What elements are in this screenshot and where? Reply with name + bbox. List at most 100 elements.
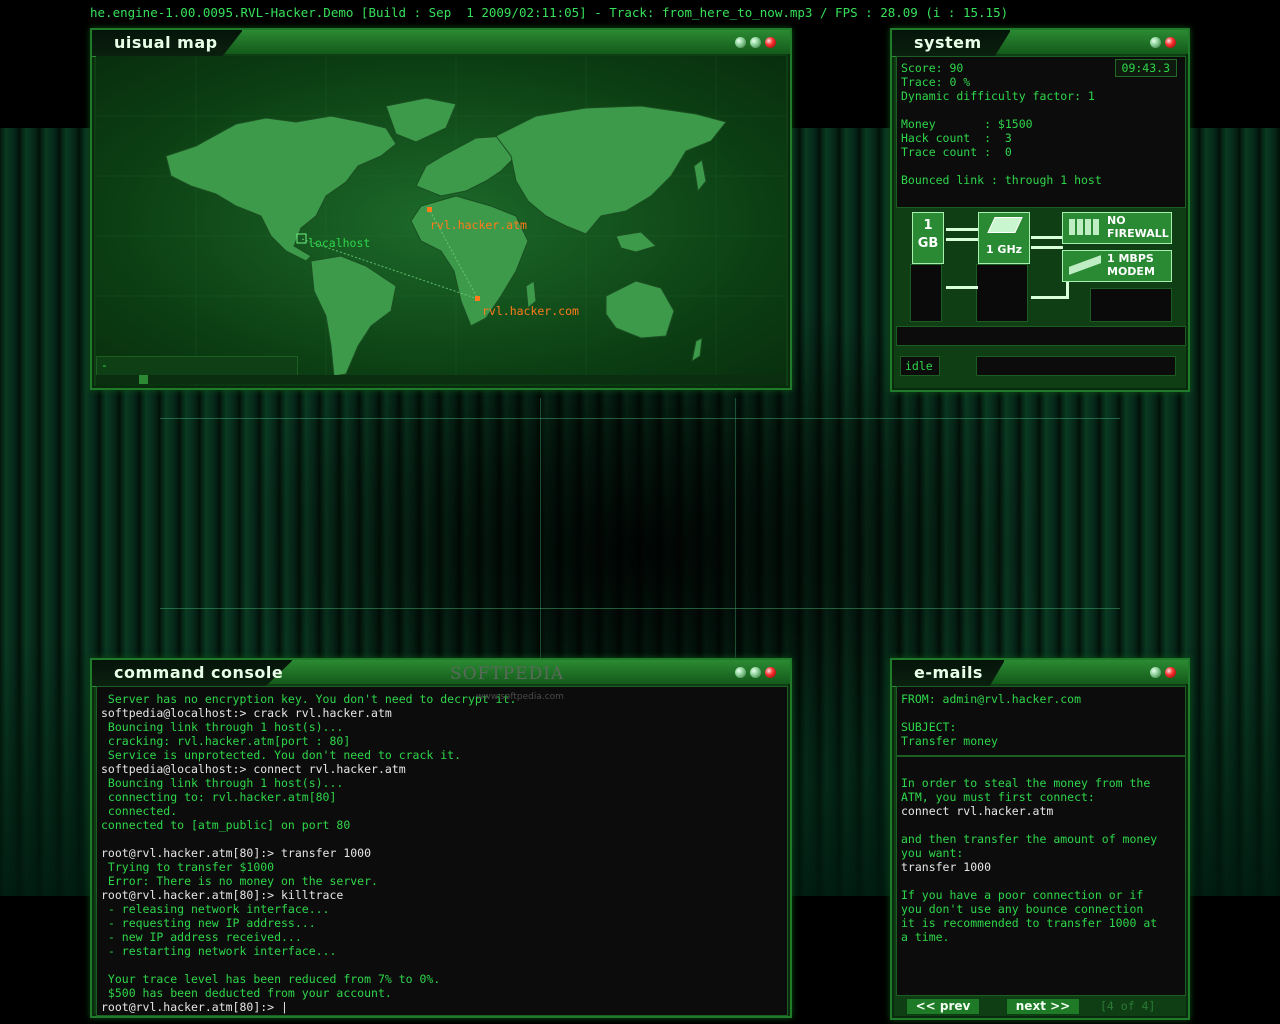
console-line: Bouncing link through 1 host(s)... <box>101 720 344 734</box>
email-subject-label: SUBJECT: <box>901 720 957 734</box>
system-stat-line <box>901 103 1102 117</box>
window-controls <box>1150 667 1176 678</box>
window-controls <box>735 37 776 48</box>
system-stat-line: Hack count : 3 <box>901 131 1012 145</box>
minimize-button[interactable] <box>1150 667 1161 678</box>
console-line: - requesting new IP address... <box>101 916 316 930</box>
email-body-line <box>901 874 1157 888</box>
system-stats: Score: 90 Trace: 0 % Dynamic difficulty fa… <box>896 56 1186 208</box>
system-stat-line: Trace: 0 % <box>901 75 971 89</box>
console-line: connected to [atm_public] on port 80 <box>101 818 351 832</box>
emails-panel: e-mails FROM: admin@rvl.hacker.com SUBJE… <box>890 658 1190 1020</box>
system-stat-line <box>901 159 1102 173</box>
email-body-line: a time. <box>901 930 950 944</box>
system-title: system <box>914 33 982 52</box>
system-panel: system Score: 90 Trace: 0 % Dynamic diffic… <box>890 28 1190 392</box>
maximize-button[interactable] <box>750 37 761 48</box>
maximize-button[interactable] <box>750 667 761 678</box>
system-stat-line: Money : $1500 <box>901 117 1033 131</box>
command-console-panel: command console Server has no encryption… <box>90 658 792 1018</box>
world-map[interactable]: localhost rvl.hacker.atm rvl.hacker.com <box>96 56 786 386</box>
window-controls <box>1150 37 1176 48</box>
system-stats-lines: Score: 90 Trace: 0 % Dynamic difficulty fa… <box>901 61 1102 187</box>
continent-europe <box>415 135 517 197</box>
cpu-icon <box>987 217 1023 233</box>
console-line: root@rvl.hacker.atm[80]:> transfer 1000 <box>101 846 372 860</box>
system-stat-line: Trace count : 0 <box>901 145 1012 159</box>
email-from: FROM: admin@rvl.hacker.com <box>901 692 1082 706</box>
console-line: Bouncing link through 1 host(s)... <box>101 776 344 790</box>
node-rvl-hacker-atm-label[interactable]: rvl.hacker.atm <box>430 218 527 232</box>
console-line: root@rvl.hacker.atm[80]:> | <box>101 1000 288 1014</box>
console-line: root@rvl.hacker.atm[80]:> killtrace <box>101 888 344 902</box>
close-button[interactable] <box>1165 667 1176 678</box>
email-body-line: transfer 1000 <box>901 860 992 874</box>
ram-chip[interactable]: 1 GB <box>912 212 944 264</box>
cpu-chip[interactable]: 1 GHz <box>978 212 1030 264</box>
continent-greenland <box>385 97 457 143</box>
continent-australia <box>605 280 675 339</box>
console-line: - releasing network interface... <box>101 902 330 916</box>
firewall-slot[interactable]: NO FIREWALL <box>1062 212 1172 244</box>
modem-icon <box>1069 255 1101 275</box>
next-email-button[interactable]: next >> <box>1006 998 1080 1015</box>
status-label-box: idle <box>900 356 940 376</box>
window-title: he.engine-1.00.0095.RVL-Hacker.Demo [Bui… <box>90 5 1009 20</box>
console-line: - restarting network interface... <box>101 944 337 958</box>
watermark: SOFTPEDIA <box>450 664 565 684</box>
close-button[interactable] <box>765 37 776 48</box>
console-lines: Server has no encryption key. You don't … <box>101 692 516 1014</box>
console-line: Server has no encryption key. You don't … <box>101 692 517 706</box>
console-line: Error: There is no money on the server. <box>101 874 378 888</box>
emails-title: e-mails <box>914 663 983 682</box>
console-line: cracking: rvl.hacker.atm[port : 80] <box>101 734 351 748</box>
email-body-line: you want: <box>901 846 964 860</box>
email-body-line <box>901 818 1157 832</box>
console-line: Your trace level has been reduced from 7… <box>101 972 441 986</box>
minimize-button[interactable] <box>735 667 746 678</box>
visual-map-panel: uisual map localhost rvl.hacker.atm rvl.… <box>90 28 792 390</box>
hardware-area: 1 GB 1 GHz NO FIREWALL 1 MBPS MODEM <box>896 210 1184 322</box>
status-bar <box>976 356 1176 376</box>
email-body-line: If you have a poor connection or if <box>901 888 1144 902</box>
close-button[interactable] <box>1165 37 1176 48</box>
email-body-line: it is recommended to transfer 1000 at <box>901 916 1158 930</box>
system-stat-line: Score: 90 <box>901 61 964 75</box>
visual-map-title: uisual map <box>114 33 218 52</box>
email-body-line: In order to steal the money from the <box>901 776 1151 790</box>
continent-asia <box>495 105 727 235</box>
console-line: Service is unprotected. You don't need t… <box>101 748 462 762</box>
email-subject: Transfer money <box>901 734 998 748</box>
email-header: FROM: admin@rvl.hacker.com SUBJECT: Tran… <box>896 686 1186 756</box>
modem-slot[interactable]: 1 MBPS MODEM <box>1062 250 1172 282</box>
map-scrollbar-thumb[interactable] <box>139 375 148 384</box>
close-button[interactable] <box>765 667 776 678</box>
console-line: softpedia@localhost:> connect rvl.hacker… <box>101 762 406 776</box>
console-line: - new IP address received... <box>101 930 302 944</box>
system-stat-line: Dynamic difficulty factor: 1 <box>901 89 1095 103</box>
node-rvl-hacker-com-label[interactable]: rvl.hacker.com <box>482 304 579 318</box>
clock: 09:43.3 <box>1114 59 1177 77</box>
progress-bar <box>896 326 1186 346</box>
map-scrollbar[interactable] <box>96 375 786 384</box>
email-body-line: connect rvl.hacker.atm <box>901 804 1054 818</box>
prev-email-button[interactable]: << prev <box>906 998 980 1015</box>
console-line: $500 has been deducted from your account… <box>101 986 392 1000</box>
email-body[interactable]: In order to steal the money from the ATM,… <box>896 756 1186 996</box>
email-body-lines: In order to steal the money from the ATM,… <box>901 776 1157 944</box>
email-pager: [4 of 4] <box>1100 999 1156 1013</box>
minimize-button[interactable] <box>735 37 746 48</box>
console-line: softpedia@localhost:> crack rvl.hacker.a… <box>101 706 392 720</box>
window-controls <box>735 667 776 678</box>
continent-south-america <box>310 255 397 377</box>
console-line: connected. <box>101 804 178 818</box>
status-label: idle <box>905 359 933 373</box>
minimize-button[interactable] <box>1150 37 1161 48</box>
node-localhost-label[interactable]: localhost <box>308 236 370 250</box>
console-output[interactable]: Server has no encryption key. You don't … <box>96 686 788 1016</box>
email-body-line: you don't use any bounce connection <box>901 902 1144 916</box>
system-stat-line: Bounced link : through 1 host <box>901 173 1102 187</box>
command-console-title: command console <box>114 663 284 682</box>
firewall-icon <box>1069 219 1101 235</box>
